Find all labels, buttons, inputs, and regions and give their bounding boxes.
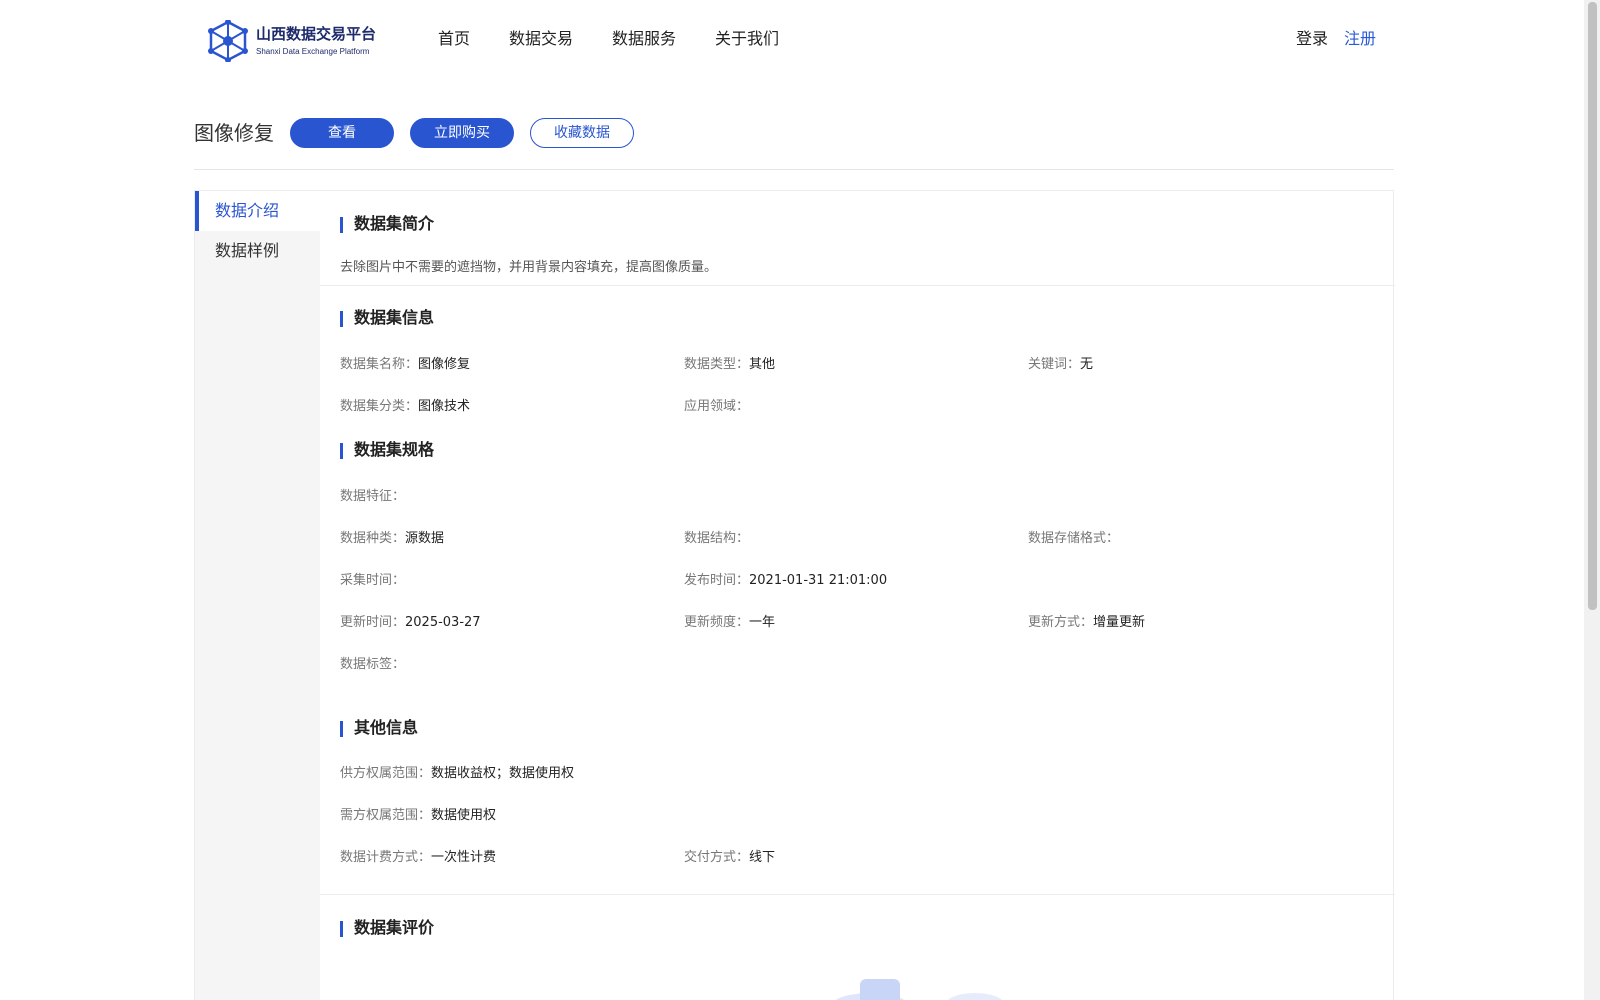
buy-now-button[interactable]: 立即购买 <box>410 118 514 148</box>
info-heading: 数据集信息 <box>340 307 434 329</box>
field-dataset-category: 数据集分类：图像技术 <box>340 398 470 416</box>
field-storage-format: 数据存储格式： <box>1028 530 1119 548</box>
field-update-method: 更新方式：增量更新 <box>1028 614 1145 632</box>
field-data-structure: 数据结构： <box>684 530 749 548</box>
field-label: 发布时间： <box>684 573 750 588</box>
field-value: 2021-01-31 21:01:00 <box>749 573 888 588</box>
section-divider <box>320 285 1395 286</box>
favorite-data-button[interactable]: 收藏数据 <box>530 118 634 148</box>
field-publish-time: 发布时间：2021-01-31 21:01:00 <box>684 572 887 590</box>
field-label: 数据类型： <box>684 357 750 372</box>
field-label: 交付方式： <box>684 850 750 865</box>
dataset-detail-panel: 数据介绍 数据样例 数据集简介 去除图片中不需要的遮挡物，并用背景内容填充，提高… <box>194 190 1395 1000</box>
field-supplier-rights: 供方权属范围：数据收益权；数据使用权 <box>340 765 574 783</box>
register-link[interactable]: 注册 <box>1344 28 1376 50</box>
login-link[interactable]: 登录 <box>1296 28 1328 50</box>
field-value: 源数据 <box>405 531 445 546</box>
section-divider <box>320 894 1395 895</box>
brand-text: 山西数据交易平台 Shanxi Data Exchange Platform <box>256 25 376 58</box>
sidebar-item-intro[interactable]: 数据介绍 <box>195 191 320 231</box>
field-label: 采集时间： <box>340 573 406 588</box>
review-heading: 数据集评价 <box>340 917 434 939</box>
field-data-tags: 数据标签： <box>340 656 405 674</box>
other-info-heading: 其他信息 <box>340 717 418 739</box>
field-value: 一次性计费 <box>431 850 497 865</box>
field-data-features: 数据特征： <box>340 488 405 506</box>
field-application-domain: 应用领域： <box>684 398 749 416</box>
field-label: 数据标签： <box>340 657 406 672</box>
field-value: 一年 <box>749 615 776 630</box>
brand-subtitle: Shanxi Data Exchange Platform <box>256 46 370 56</box>
field-billing-method: 数据计费方式：一次性计费 <box>340 849 496 867</box>
field-label: 应用领域： <box>684 399 750 414</box>
field-label: 数据种类： <box>340 531 406 546</box>
field-label: 数据特征： <box>340 489 406 504</box>
intro-description: 去除图片中不需要的遮挡物，并用背景内容填充，提高图像质量。 <box>340 260 718 275</box>
page-scrollbar[interactable] <box>1584 0 1600 1000</box>
auth-links: 登录 注册 <box>1296 28 1376 50</box>
view-button[interactable]: 查看 <box>290 118 394 148</box>
page-title: 图像修复 <box>194 121 274 145</box>
nav-item-about-us[interactable]: 关于我们 <box>715 28 779 50</box>
page: 山西数据交易平台 Shanxi Data Exchange Platform 首… <box>0 0 1600 1000</box>
field-label: 数据集分类： <box>340 399 419 414</box>
field-data-kind: 数据种类：源数据 <box>340 530 444 548</box>
field-label: 更新时间： <box>340 615 406 630</box>
main-nav: 首页 数据交易 数据服务 关于我们 <box>438 28 818 50</box>
nav-item-home[interactable]: 首页 <box>438 28 470 50</box>
sidebar-item-samples[interactable]: 数据样例 <box>195 231 320 271</box>
scrollbar-thumb[interactable] <box>1588 2 1597 610</box>
field-label: 数据集名称： <box>340 357 419 372</box>
field-value: 线下 <box>749 850 776 865</box>
field-update-frequency: 更新频度：一年 <box>684 614 775 632</box>
field-collection-time: 采集时间： <box>340 572 405 590</box>
field-keywords: 关键词：无 <box>1028 356 1093 374</box>
field-value: 其他 <box>749 357 776 372</box>
field-label: 更新方式： <box>1028 615 1094 630</box>
field-label: 数据结构： <box>684 531 750 546</box>
field-delivery-method: 交付方式：线下 <box>684 849 775 867</box>
field-dataset-name: 数据集名称：图像修复 <box>340 356 470 374</box>
brand-title: 山西数据交易平台 <box>256 24 377 43</box>
field-value: 数据使用权 <box>431 808 497 823</box>
field-value: 2025-03-27 <box>405 615 481 630</box>
field-value: 数据收益权；数据使用权 <box>431 766 575 781</box>
dataset-title-bar: 图像修复 查看 立即购买 收藏数据 <box>194 118 1394 170</box>
hexagon-network-icon <box>208 20 248 62</box>
field-label: 更新频度： <box>684 615 750 630</box>
field-value: 无 <box>1080 357 1094 372</box>
nav-item-data-trading[interactable]: 数据交易 <box>509 28 573 50</box>
field-value: 图像技术 <box>418 399 471 414</box>
field-update-time: 更新时间：2025-03-27 <box>340 614 481 632</box>
field-demander-rights: 需方权属范围：数据使用权 <box>340 807 496 825</box>
brand-logo[interactable]: 山西数据交易平台 Shanxi Data Exchange Platform <box>208 20 376 62</box>
field-label: 关键词： <box>1028 357 1081 372</box>
detail-sidebar: 数据介绍 数据样例 <box>195 191 320 1000</box>
spec-heading: 数据集规格 <box>340 439 434 461</box>
field-label: 供方权属范围： <box>340 766 432 781</box>
empty-review-illustration <box>835 979 1003 1000</box>
field-data-type: 数据类型：其他 <box>684 356 775 374</box>
nav-item-data-services[interactable]: 数据服务 <box>612 28 676 50</box>
field-value: 图像修复 <box>418 357 471 372</box>
field-label: 数据存储格式： <box>1028 531 1120 546</box>
field-label: 数据计费方式： <box>340 850 432 865</box>
field-value: 增量更新 <box>1093 615 1146 630</box>
field-label: 需方权属范围： <box>340 808 432 823</box>
intro-heading: 数据集简介 <box>340 213 434 235</box>
top-header: 山西数据交易平台 Shanxi Data Exchange Platform 首… <box>0 0 1584 80</box>
